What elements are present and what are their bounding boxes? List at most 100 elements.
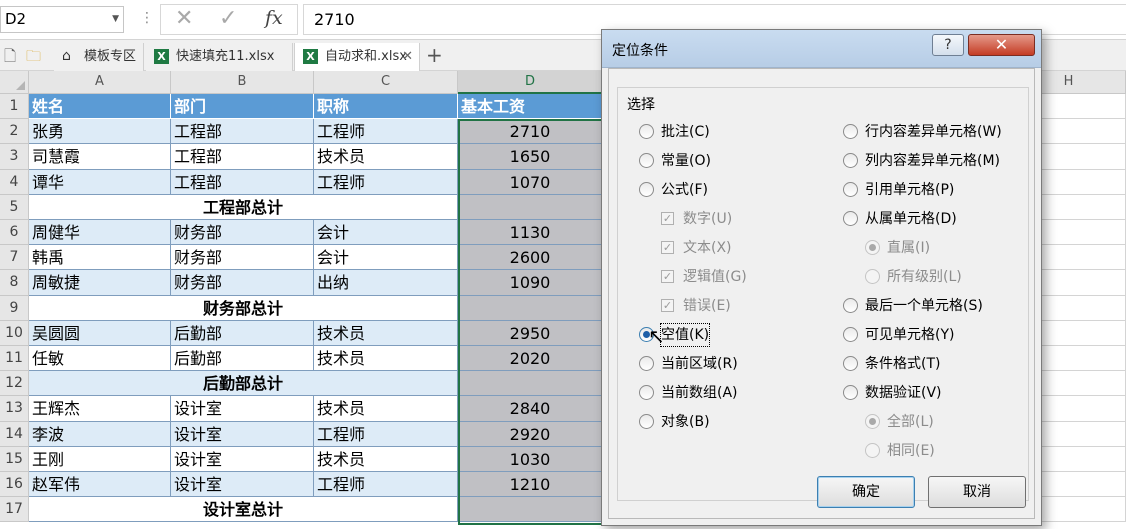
table-cell[interactable]: 技术员: [314, 346, 458, 372]
tab-quick-fill[interactable]: X 快速填充11.xlsx: [146, 43, 293, 71]
row-header[interactable]: 14: [0, 421, 29, 447]
row-header[interactable]: 2: [0, 119, 29, 145]
column-header[interactable]: D: [458, 71, 603, 94]
row-header[interactable]: 13: [0, 396, 29, 422]
chevron-down-icon[interactable]: ▼: [112, 7, 119, 32]
table-cell[interactable]: 周敏捷: [29, 270, 171, 296]
tab-autosum[interactable]: X 自动求和.xlsx ✕: [294, 43, 420, 71]
table-cell[interactable]: 财务部: [171, 270, 314, 296]
row-header[interactable]: 12: [0, 371, 29, 397]
confirm-entry-icon[interactable]: ✓: [219, 6, 237, 31]
table-cell[interactable]: 李波: [29, 421, 171, 447]
folder-icon[interactable]: 🗀: [26, 46, 41, 71]
table-cell[interactable]: 技术员: [314, 144, 458, 170]
column-header[interactable]: A: [29, 71, 171, 94]
table-cell[interactable]: 设计室: [171, 421, 314, 447]
empty-salary-cell[interactable]: [458, 497, 603, 523]
help-button[interactable]: ?: [932, 34, 964, 56]
row-header[interactable]: 8: [0, 270, 29, 296]
row-header[interactable]: 15: [0, 446, 29, 472]
cancel-button[interactable]: 取消: [928, 476, 1026, 508]
table-cell[interactable]: 技术员: [314, 320, 458, 346]
salary-cell[interactable]: 1090: [458, 270, 603, 296]
table-cell[interactable]: 技术员: [314, 446, 458, 472]
salary-cell[interactable]: 2920: [458, 421, 603, 447]
salary-cell[interactable]: 1210: [458, 472, 603, 498]
empty-salary-cell[interactable]: [458, 194, 603, 220]
subtotal-cell[interactable]: 后勤部总计: [29, 371, 458, 397]
salary-cell[interactable]: 2710: [458, 119, 603, 145]
table-cell[interactable]: 工程师: [314, 472, 458, 498]
row-header[interactable]: 1: [0, 94, 29, 120]
table-cell[interactable]: 王辉杰: [29, 396, 171, 422]
table-cell[interactable]: 吴圆圆: [29, 320, 171, 346]
table-cell[interactable]: 周健华: [29, 220, 171, 246]
table-cell[interactable]: 设计室: [171, 446, 314, 472]
insert-function-icon[interactable]: fx: [265, 7, 283, 29]
empty-salary-cell[interactable]: [458, 371, 603, 397]
table-cell[interactable]: 工程师: [314, 119, 458, 145]
select-all-corner[interactable]: [0, 71, 29, 94]
salary-cell[interactable]: 2840: [458, 396, 603, 422]
table-cell[interactable]: 出纳: [314, 270, 458, 296]
table-cell[interactable]: 会计: [314, 245, 458, 271]
table-header-cell[interactable]: 姓名: [29, 94, 171, 120]
row-header[interactable]: 11: [0, 346, 29, 372]
row-header[interactable]: 5: [0, 194, 29, 220]
table-cell[interactable]: 工程师: [314, 169, 458, 195]
new-file-icon[interactable]: 🗋: [4, 46, 16, 71]
salary-cell[interactable]: 2950: [458, 320, 603, 346]
row-header[interactable]: 10: [0, 320, 29, 346]
add-tab-icon[interactable]: +: [426, 43, 443, 67]
table-cell[interactable]: 任敏: [29, 346, 171, 372]
dialog-title-bar[interactable]: 定位条件 ? ✕: [602, 30, 1041, 68]
row-header[interactable]: 6: [0, 220, 29, 246]
table-cell[interactable]: 司慧霞: [29, 144, 171, 170]
table-cell[interactable]: 张勇: [29, 119, 171, 145]
table-cell[interactable]: 王刚: [29, 446, 171, 472]
salary-cell[interactable]: 1030: [458, 446, 603, 472]
table-cell[interactable]: 财务部: [171, 245, 314, 271]
row-header[interactable]: 9: [0, 295, 29, 321]
close-icon[interactable]: ✕: [402, 43, 413, 70]
table-cell[interactable]: 韩禹: [29, 245, 171, 271]
table-cell[interactable]: 技术员: [314, 396, 458, 422]
salary-cell[interactable]: 2600: [458, 245, 603, 271]
table-cell[interactable]: 赵军伟: [29, 472, 171, 498]
row-header[interactable]: 17: [0, 497, 29, 523]
subtotal-cell[interactable]: 设计室总计: [29, 497, 458, 523]
tab-template-zone[interactable]: ⌂ 模板专区: [54, 43, 144, 71]
table-cell[interactable]: 工程师: [314, 421, 458, 447]
row-header[interactable]: 7: [0, 245, 29, 271]
table-cell[interactable]: 设计室: [171, 472, 314, 498]
table-cell[interactable]: 财务部: [171, 220, 314, 246]
table-cell[interactable]: 后勤部: [171, 320, 314, 346]
empty-salary-cell[interactable]: [458, 295, 603, 321]
ok-button[interactable]: 确定: [817, 476, 915, 508]
table-cell[interactable]: 工程部: [171, 144, 314, 170]
column-header[interactable]: B: [171, 71, 314, 94]
column-header[interactable]: C: [314, 71, 458, 94]
subtotal-cell[interactable]: 工程部总计: [29, 194, 458, 220]
close-button[interactable]: ✕: [968, 34, 1035, 56]
salary-cell[interactable]: 2020: [458, 346, 603, 372]
table-header-cell[interactable]: 职称: [314, 94, 458, 120]
table-header-cell[interactable]: 基本工资: [458, 94, 603, 120]
row-header[interactable]: 4: [0, 169, 29, 195]
table-cell[interactable]: 谭华: [29, 169, 171, 195]
salary-cell[interactable]: 1130: [458, 220, 603, 246]
salary-cell[interactable]: 1070: [458, 169, 603, 195]
salary-cell[interactable]: 1650: [458, 144, 603, 170]
table-cell[interactable]: 后勤部: [171, 346, 314, 372]
table-cell[interactable]: 工程部: [171, 119, 314, 145]
table-cell[interactable]: 设计室: [171, 396, 314, 422]
row-header[interactable]: 3: [0, 144, 29, 170]
table-header-cell[interactable]: 部门: [171, 94, 314, 120]
row-header[interactable]: 16: [0, 472, 29, 498]
table-cell[interactable]: 会计: [314, 220, 458, 246]
name-box[interactable]: D2 ▼: [0, 6, 124, 33]
subtotal-cell[interactable]: 财务部总计: [29, 295, 458, 321]
cancel-entry-icon[interactable]: ✕: [175, 6, 193, 31]
table-cell[interactable]: 工程部: [171, 169, 314, 195]
drag-handle-icon[interactable]: ⋮: [140, 10, 154, 26]
